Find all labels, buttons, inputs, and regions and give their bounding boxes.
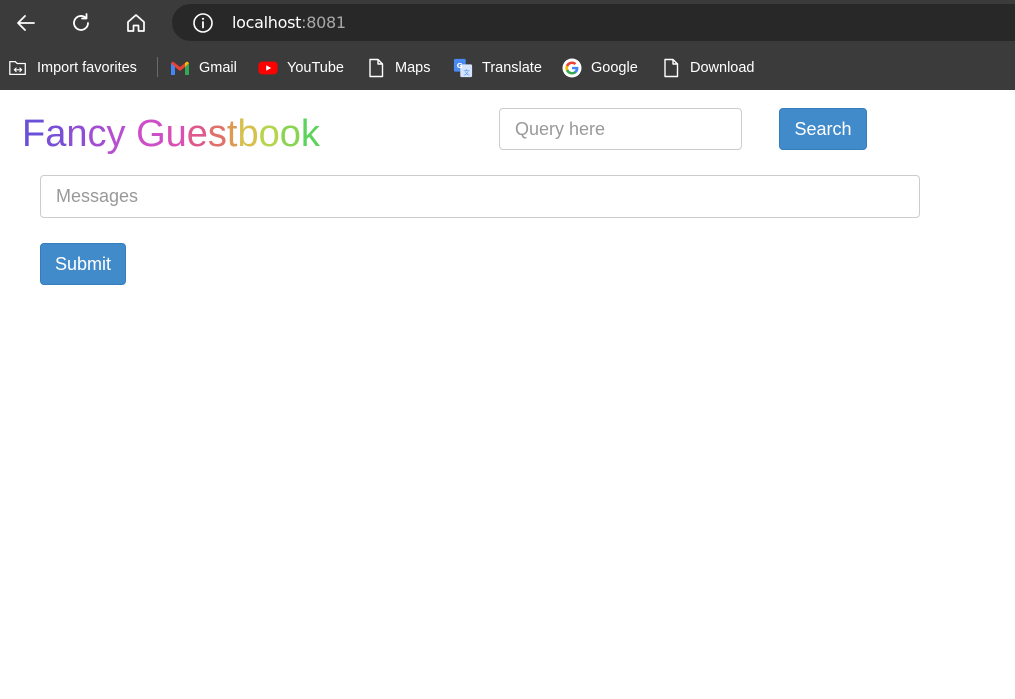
bookmark-label: Maps <box>395 60 431 76</box>
page-title: Fancy Guestbook <box>22 112 320 156</box>
title-letter: k <box>300 113 320 155</box>
file-icon <box>661 58 681 78</box>
gmail-icon <box>170 58 190 78</box>
title-letter: b <box>237 113 259 155</box>
google-icon <box>562 58 582 78</box>
youtube-icon <box>258 58 278 78</box>
browser-toolbar: localhost:8081 <box>0 0 1015 45</box>
home-icon <box>127 14 145 32</box>
bookmark-label: Translate <box>482 60 542 76</box>
back-arrow-icon <box>17 15 35 31</box>
bookmark-translate[interactable]: G 文 Translate <box>453 57 542 79</box>
translate-icon: G 文 <box>453 58 473 78</box>
title-letter: c <box>87 113 107 155</box>
search-button[interactable]: Search <box>779 108 867 150</box>
bookmark-label: Download <box>690 60 755 76</box>
file-icon <box>366 58 386 78</box>
bookmark-youtube[interactable]: YouTube <box>258 57 344 79</box>
bookmarks-separator <box>157 57 158 77</box>
info-icon <box>193 13 213 33</box>
bookmark-label: YouTube <box>287 60 344 76</box>
page-content: Fancy Guestbook Search Submit <box>0 90 1015 699</box>
search-input[interactable] <box>499 108 742 150</box>
url-port: :8081 <box>301 13 346 32</box>
back-button[interactable] <box>9 6 43 40</box>
title-letter: n <box>66 113 88 155</box>
title-letter: F <box>22 113 46 155</box>
svg-text:G: G <box>457 61 463 70</box>
title-letter: t <box>226 113 238 155</box>
address-bar[interactable]: localhost:8081 <box>172 4 1015 41</box>
bookmark-download[interactable]: Download <box>661 57 755 79</box>
bookmark-maps[interactable]: Maps <box>366 57 430 79</box>
browser-chrome: localhost:8081 Import favorites Gmail Yo… <box>0 0 1015 90</box>
import-folder-icon <box>8 58 28 78</box>
title-letter: a <box>45 113 67 155</box>
messages-input[interactable] <box>40 175 920 218</box>
title-letter: o <box>258 113 280 155</box>
title-letter: G <box>136 113 166 155</box>
bookmark-gmail[interactable]: Gmail <box>170 57 237 79</box>
title-letter: y <box>106 113 126 155</box>
title-letter: e <box>186 113 208 155</box>
bookmark-label: Gmail <box>199 60 237 76</box>
site-info-button[interactable] <box>191 11 215 35</box>
home-button[interactable] <box>119 6 153 40</box>
svg-text:文: 文 <box>463 67 470 76</box>
bookmark-label: Import favorites <box>37 60 137 76</box>
title-letter: o <box>279 113 301 155</box>
title-letter: u <box>165 113 187 155</box>
submit-button[interactable]: Submit <box>40 243 126 285</box>
title-letter <box>126 112 137 156</box>
refresh-icon <box>73 13 89 31</box>
url-text[interactable]: localhost:8081 <box>232 13 346 32</box>
url-host: localhost <box>232 13 302 32</box>
bookmark-google[interactable]: Google <box>562 57 638 79</box>
bookmark-import-favorites[interactable]: Import favorites <box>8 57 137 79</box>
refresh-button[interactable] <box>64 6 98 40</box>
bookmarks-bar: Import favorites Gmail YouTube Maps G 文 … <box>0 45 1015 90</box>
title-letter: s <box>207 113 227 155</box>
bookmark-label: Google <box>591 60 638 76</box>
